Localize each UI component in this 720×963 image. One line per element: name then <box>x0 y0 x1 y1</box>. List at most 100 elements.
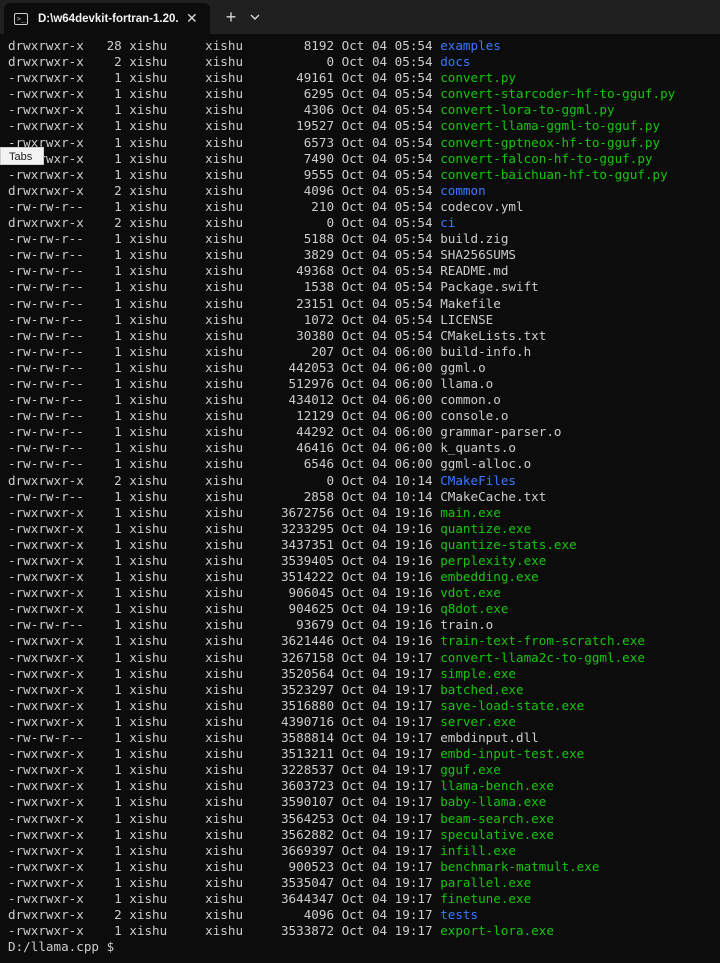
file-name[interactable]: SHA256SUMS <box>440 247 516 262</box>
terminal-output[interactable]: drwxrwxr-x 28 xishu xishu 8192 Oct 04 05… <box>0 34 720 963</box>
file-name[interactable]: codecov.yml <box>440 199 523 214</box>
file-name[interactable]: embd-input-test.exe <box>440 746 584 761</box>
listing-line: -rwxrwxr-x 1 xishu xishu 3233295 Oct 04 … <box>8 521 675 537</box>
file-name[interactable]: common.o <box>440 392 501 407</box>
directory-name[interactable]: docs <box>440 54 470 69</box>
file-name[interactable]: CMakeCache.txt <box>440 489 546 504</box>
listing-line: -rw-rw-r-- 1 xishu xishu 3588814 Oct 04 … <box>8 730 675 746</box>
directory-name[interactable]: ci <box>440 215 455 230</box>
file-meta: -rw-rw-r-- 1 xishu xishu 46416 Oct 04 06… <box>8 440 441 456</box>
file-name[interactable]: vdot.exe <box>440 585 501 600</box>
directory-name[interactable]: CMakeFiles <box>440 473 516 488</box>
listing-line: -rwxrwxr-x 1 xishu xishu 3228537 Oct 04 … <box>8 762 675 778</box>
file-meta: -rw-rw-r-- 1 xishu xishu 1072 Oct 04 05:… <box>8 311 441 327</box>
listing-line: -rw-rw-r-- 1 xishu xishu 6546 Oct 04 06:… <box>8 456 675 472</box>
file-name[interactable]: grammar-parser.o <box>440 424 561 439</box>
directory-name[interactable]: common <box>440 183 486 198</box>
file-meta: -rwxrwxr-x 1 xishu xishu 3621446 Oct 04 … <box>8 633 441 649</box>
file-name[interactable]: llama-bench.exe <box>440 778 554 793</box>
file-name[interactable]: finetune.exe <box>440 891 531 906</box>
listing-line: -rwxrwxr-x 1 xishu xishu 3513211 Oct 04 … <box>8 746 675 762</box>
new-tab-button[interactable]: + <box>222 6 240 28</box>
close-tab-icon[interactable]: ✕ <box>186 10 198 27</box>
terminal-tab[interactable]: >_ D:\w64devkit-fortran-1.20.0\w ✕ <box>4 3 210 34</box>
file-meta: -rwxrwxr-x 1 xishu xishu 3516880 Oct 04 … <box>8 697 441 713</box>
directory-name[interactable]: examples <box>440 38 501 53</box>
file-name[interactable]: convert.py <box>440 70 516 85</box>
file-name[interactable]: perplexity.exe <box>440 553 546 568</box>
file-name[interactable]: gguf.exe <box>440 762 501 777</box>
chevron-down-icon[interactable] <box>247 8 263 26</box>
file-name[interactable]: convert-llama-ggml-to-gguf.py <box>440 118 660 133</box>
file-name[interactable]: train-text-from-scratch.exe <box>440 633 645 648</box>
file-name[interactable]: convert-baichuan-hf-to-gguf.py <box>440 167 667 182</box>
file-name[interactable]: convert-starcoder-hf-to-gguf.py <box>440 86 675 101</box>
file-name[interactable]: LICENSE <box>440 312 493 327</box>
file-name[interactable]: export-lora.exe <box>440 923 554 938</box>
listing-line: -rwxrwxr-x 1 xishu xishu 6295 Oct 04 05:… <box>8 86 675 102</box>
listing-line: -rw-rw-r-- 1 xishu xishu 23151 Oct 04 05… <box>8 296 675 312</box>
file-name[interactable]: ggml.o <box>440 360 486 375</box>
file-name[interactable]: main.exe <box>440 505 501 520</box>
file-name[interactable]: build.zig <box>440 231 508 246</box>
directory-name[interactable]: tests <box>440 907 478 922</box>
listing-line: -rwxrwxr-x 1 xishu xishu 19527 Oct 04 05… <box>8 118 675 134</box>
file-name[interactable]: Package.swift <box>440 279 539 294</box>
prompt-line[interactable]: D:/llama.cpp $ <box>8 939 675 955</box>
file-name[interactable]: quantize.exe <box>440 521 531 536</box>
file-meta: -rwxrwxr-x 1 xishu xishu 9555 Oct 04 05:… <box>8 166 441 182</box>
file-name[interactable]: convert-gptneox-hf-to-gguf.py <box>440 135 660 150</box>
file-name[interactable]: benchmark-matmult.exe <box>440 859 599 874</box>
file-name[interactable]: convert-lora-to-ggml.py <box>440 102 614 117</box>
file-name[interactable]: save-load-state.exe <box>440 698 584 713</box>
file-meta: -rwxrwxr-x 1 xishu xishu 6295 Oct 04 05:… <box>8 86 441 102</box>
file-meta: -rw-rw-r-- 1 xishu xishu 12129 Oct 04 06… <box>8 408 441 424</box>
file-meta: -rwxrwxr-x 1 xishu xishu 3233295 Oct 04 … <box>8 520 441 536</box>
file-meta: -rw-rw-r-- 1 xishu xishu 1538 Oct 04 05:… <box>8 279 441 295</box>
file-name[interactable]: Makefile <box>440 296 501 311</box>
file-name[interactable]: parallel.exe <box>440 875 531 890</box>
file-meta: -rw-rw-r-- 1 xishu xishu 23151 Oct 04 05… <box>8 295 441 311</box>
file-name[interactable]: infill.exe <box>440 843 516 858</box>
file-name[interactable]: console.o <box>440 408 508 423</box>
file-name[interactable]: embdinput.dll <box>440 730 539 745</box>
file-name[interactable]: k_quants.o <box>440 440 516 455</box>
listing-line: -rw-rw-r-- 1 xishu xishu 49368 Oct 04 05… <box>8 263 675 279</box>
file-name[interactable]: quantize-stats.exe <box>440 537 576 552</box>
file-name[interactable]: build-info.h <box>440 344 531 359</box>
listing-line: -rwxrwxr-x 1 xishu xishu 3523297 Oct 04 … <box>8 682 675 698</box>
file-name[interactable]: README.md <box>440 263 508 278</box>
file-name[interactable]: ggml-alloc.o <box>440 456 531 471</box>
file-meta: -rwxrwxr-x 1 xishu xishu 3523297 Oct 04 … <box>8 681 441 697</box>
listing-line: -rwxrwxr-x 1 xishu xishu 3644347 Oct 04 … <box>8 891 675 907</box>
file-meta: -rwxrwxr-x 1 xishu xishu 7490 Oct 04 05:… <box>8 150 441 166</box>
listing-line: -rwxrwxr-x 1 xishu xishu 3516880 Oct 04 … <box>8 698 675 714</box>
file-name[interactable]: simple.exe <box>440 666 516 681</box>
file-name[interactable]: CMakeLists.txt <box>440 328 546 343</box>
listing-line: -rwxrwxr-x 1 xishu xishu 3603723 Oct 04 … <box>8 778 675 794</box>
file-name[interactable]: baby-llama.exe <box>440 794 546 809</box>
listing-line: -rwxrwxr-x 1 xishu xishu 3535047 Oct 04 … <box>8 875 675 891</box>
listing-line: -rw-rw-r-- 1 xishu xishu 434012 Oct 04 0… <box>8 392 675 408</box>
file-meta: -rwxrwxr-x 1 xishu xishu 904625 Oct 04 1… <box>8 601 441 617</box>
file-name[interactable]: q8dot.exe <box>440 601 508 616</box>
listing-line: -rwxrwxr-x 1 xishu xishu 3621446 Oct 04 … <box>8 633 675 649</box>
listing-line: -rw-rw-r-- 1 xishu xishu 93679 Oct 04 19… <box>8 617 675 633</box>
file-name[interactable]: server.exe <box>440 714 516 729</box>
file-name[interactable]: llama.o <box>440 376 493 391</box>
file-meta: -rw-rw-r-- 1 xishu xishu 2858 Oct 04 10:… <box>8 488 441 504</box>
listing-line: -rw-rw-r-- 1 xishu xishu 512976 Oct 04 0… <box>8 376 675 392</box>
file-name[interactable]: embedding.exe <box>440 569 539 584</box>
file-name[interactable]: convert-llama2c-to-ggml.exe <box>440 650 645 665</box>
file-name[interactable]: convert-falcon-hf-to-gguf.py <box>440 151 652 166</box>
file-name[interactable]: speculative.exe <box>440 827 554 842</box>
file-name[interactable]: batched.exe <box>440 682 523 697</box>
listing-line: -rw-rw-r-- 1 xishu xishu 46416 Oct 04 06… <box>8 440 675 456</box>
listing-line: -rwxrwxr-x 1 xishu xishu 4306 Oct 04 05:… <box>8 102 675 118</box>
listing-line: -rw-rw-r-- 1 xishu xishu 210 Oct 04 05:5… <box>8 199 675 215</box>
file-name[interactable]: train.o <box>440 617 493 632</box>
file-meta: drwxrwxr-x 2 xishu xishu 0 Oct 04 05:54 <box>8 54 441 70</box>
file-meta: drwxrwxr-x 2 xishu xishu 0 Oct 04 10:14 <box>8 472 441 488</box>
file-meta: -rw-rw-r-- 1 xishu xishu 30380 Oct 04 05… <box>8 327 441 343</box>
file-name[interactable]: beam-search.exe <box>440 811 554 826</box>
